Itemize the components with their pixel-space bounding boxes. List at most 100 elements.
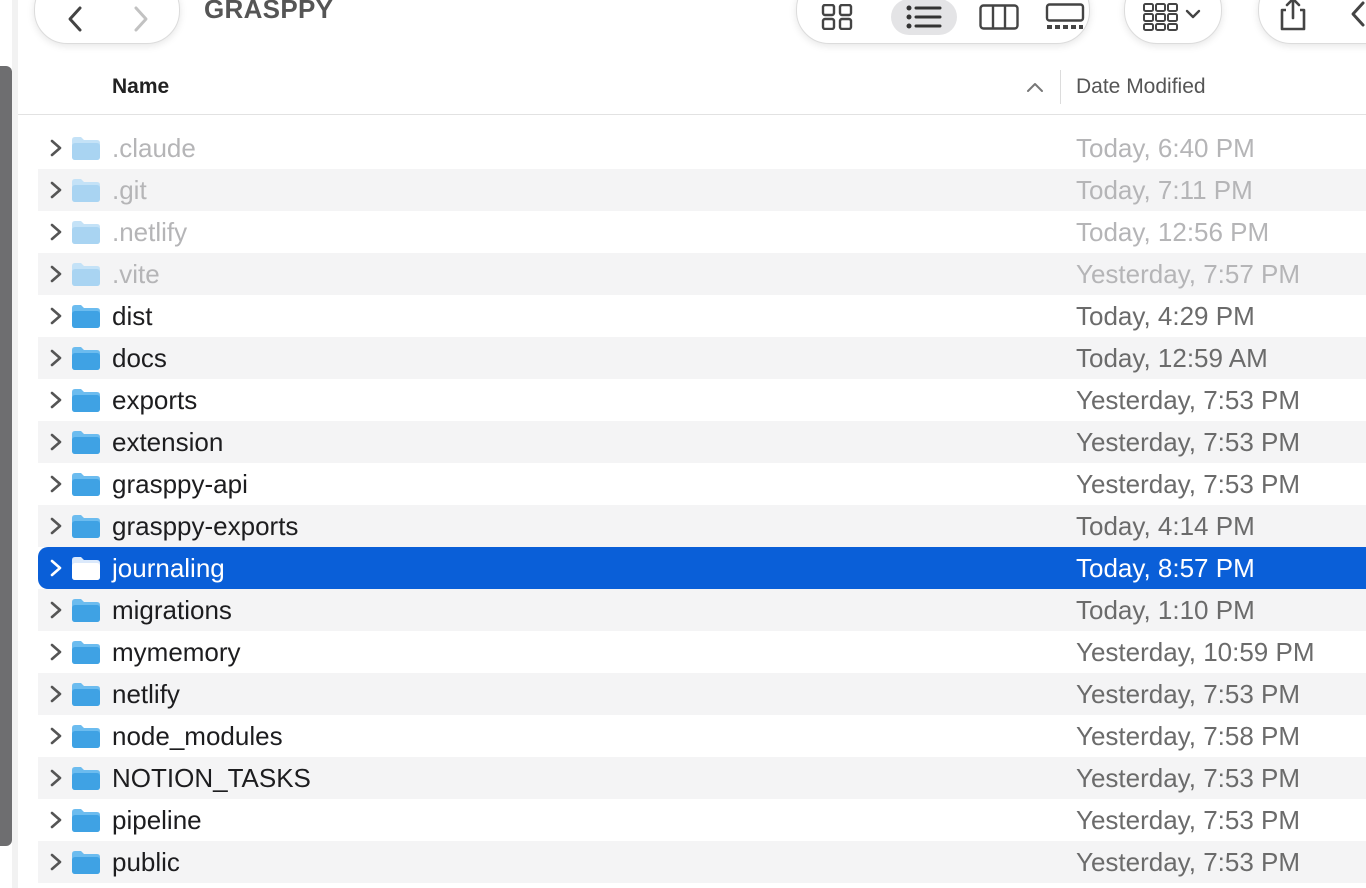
list-item[interactable]: NOTION_TASKS Yesterday, 7:53 PM: [38, 757, 1366, 799]
group-grid-icon: [1143, 3, 1201, 31]
sort-ascending-icon[interactable]: [1026, 80, 1044, 98]
window-title: GRASPPY: [204, 0, 334, 24]
date-modified: Today, 4:14 PM: [1076, 511, 1255, 541]
list-item[interactable]: mymemory Yesterday, 10:59 PM: [38, 631, 1366, 673]
folder-icon: [70, 807, 102, 833]
date-modified: Today, 6:40 PM: [1076, 133, 1255, 163]
folder-icon: [70, 429, 102, 455]
disclosure-triangle-icon[interactable]: [48, 558, 64, 578]
list-item[interactable]: .netlify Today, 12:56 PM: [38, 211, 1366, 253]
list-item[interactable]: .vite Yesterday, 7:57 PM: [38, 253, 1366, 295]
toolbar: GRASPPY: [18, 0, 1366, 58]
file-name: netlify: [112, 679, 180, 709]
date-modified: Today, 12:56 PM: [1076, 217, 1270, 247]
icon-view-button[interactable]: [807, 0, 867, 35]
disclosure-triangle-icon[interactable]: [48, 810, 64, 830]
file-name: NOTION_TASKS: [112, 763, 311, 793]
folder-icon: [70, 387, 102, 413]
file-name: exports: [112, 385, 198, 415]
more-toolbar-button[interactable]: [1347, 0, 1366, 34]
disclosure-triangle-icon[interactable]: [48, 474, 64, 494]
disclosure-triangle-icon[interactable]: [48, 432, 64, 452]
navigation-buttons: [34, 0, 180, 44]
chevron-right-icon: [134, 6, 148, 32]
disclosure-triangle-icon[interactable]: [48, 642, 64, 662]
list-item[interactable]: grasppy-exports Today, 4:14 PM: [38, 505, 1366, 547]
sidebar-scroll-edge: [0, 66, 12, 846]
list-item[interactable]: node_modules Yesterday, 7:58 PM: [38, 715, 1366, 757]
file-name: node_modules: [112, 721, 283, 751]
date-modified: Yesterday, 7:53 PM: [1076, 805, 1301, 835]
date-modified: Yesterday, 10:59 PM: [1076, 637, 1315, 667]
forward-button[interactable]: [111, 1, 171, 37]
folder-icon: [70, 681, 102, 707]
file-name: docs: [112, 343, 167, 373]
folder-icon: [70, 345, 102, 371]
disclosure-triangle-icon[interactable]: [48, 516, 64, 536]
list-item[interactable]: netlify Yesterday, 7:53 PM: [38, 673, 1366, 715]
folder-icon: [70, 135, 102, 161]
date-modified: Yesterday, 7:53 PM: [1076, 385, 1301, 415]
gallery-view-button[interactable]: [1035, 0, 1095, 35]
folder-icon: [70, 849, 102, 875]
list-item[interactable]: docs Today, 12:59 AM: [38, 337, 1366, 379]
disclosure-triangle-icon[interactable]: [48, 726, 64, 746]
list-item[interactable]: journaling Today, 8:57 PM: [38, 547, 1366, 589]
name-column-header[interactable]: Name: [112, 75, 169, 99]
column-view-icon: [979, 4, 1019, 30]
group-by-button[interactable]: [1124, 0, 1222, 44]
folder-icon: [70, 513, 102, 539]
file-name: pipeline: [112, 805, 202, 835]
folder-icon: [70, 177, 102, 203]
disclosure-triangle-icon[interactable]: [48, 180, 64, 200]
list-view-button[interactable]: [891, 0, 957, 35]
file-name: mymemory: [112, 637, 241, 667]
file-name: .netlify: [112, 217, 188, 247]
share-icon: [1280, 0, 1306, 31]
file-name: journaling: [112, 553, 225, 583]
folder-icon: [70, 639, 102, 665]
disclosure-triangle-icon[interactable]: [48, 306, 64, 326]
disclosure-triangle-icon[interactable]: [48, 222, 64, 242]
disclosure-triangle-icon[interactable]: [48, 348, 64, 368]
file-name: .git: [112, 175, 147, 205]
disclosure-triangle-icon[interactable]: [48, 600, 64, 620]
list-item[interactable]: exports Yesterday, 7:53 PM: [38, 379, 1366, 421]
file-name: grasppy-exports: [112, 511, 299, 541]
disclosure-triangle-icon[interactable]: [48, 138, 64, 158]
folder-icon: [70, 597, 102, 623]
disclosure-triangle-icon[interactable]: [48, 390, 64, 410]
date-modified-column-header[interactable]: Date Modified: [1076, 75, 1206, 99]
column-divider[interactable]: [1060, 70, 1061, 104]
folder-icon: [70, 261, 102, 287]
file-name: extension: [112, 427, 224, 457]
list-item[interactable]: migrations Today, 1:10 PM: [38, 589, 1366, 631]
file-name: grasppy-api: [112, 469, 248, 499]
file-list: .claude Today, 6:40 PM .git Today, 7:11 PM.…: [38, 127, 1366, 883]
folder-icon: [70, 303, 102, 329]
gallery-view-icon: [1045, 3, 1085, 29]
folder-icon: [70, 723, 102, 749]
date-modified: Yesterday, 7:57 PM: [1076, 259, 1301, 289]
window-left-edge: [12, 0, 18, 888]
folder-icon: [70, 555, 102, 581]
disclosure-triangle-icon[interactable]: [48, 852, 64, 872]
list-item[interactable]: pipeline Yesterday, 7:53 PM: [38, 799, 1366, 841]
icon-view-icon: [821, 4, 853, 30]
list-item[interactable]: public Yesterday, 7:53 PM: [38, 841, 1366, 883]
date-modified: Yesterday, 7:53 PM: [1076, 469, 1301, 499]
disclosure-triangle-icon[interactable]: [48, 684, 64, 704]
file-name: public: [112, 847, 180, 877]
share-button[interactable]: [1277, 0, 1309, 36]
list-item[interactable]: .git Today, 7:11 PM: [38, 169, 1366, 211]
back-button[interactable]: [45, 1, 105, 37]
list-item[interactable]: extension Yesterday, 7:53 PM: [38, 421, 1366, 463]
disclosure-triangle-icon[interactable]: [48, 264, 64, 284]
list-item[interactable]: dist Today, 4:29 PM: [38, 295, 1366, 337]
view-switcher: [796, 0, 1090, 44]
column-view-button[interactable]: [969, 0, 1029, 35]
disclosure-triangle-icon[interactable]: [48, 768, 64, 788]
column-header: Name Date Modified: [18, 62, 1366, 115]
list-item[interactable]: .claude Today, 6:40 PM: [38, 127, 1366, 169]
list-item[interactable]: grasppy-api Yesterday, 7:53 PM: [38, 463, 1366, 505]
